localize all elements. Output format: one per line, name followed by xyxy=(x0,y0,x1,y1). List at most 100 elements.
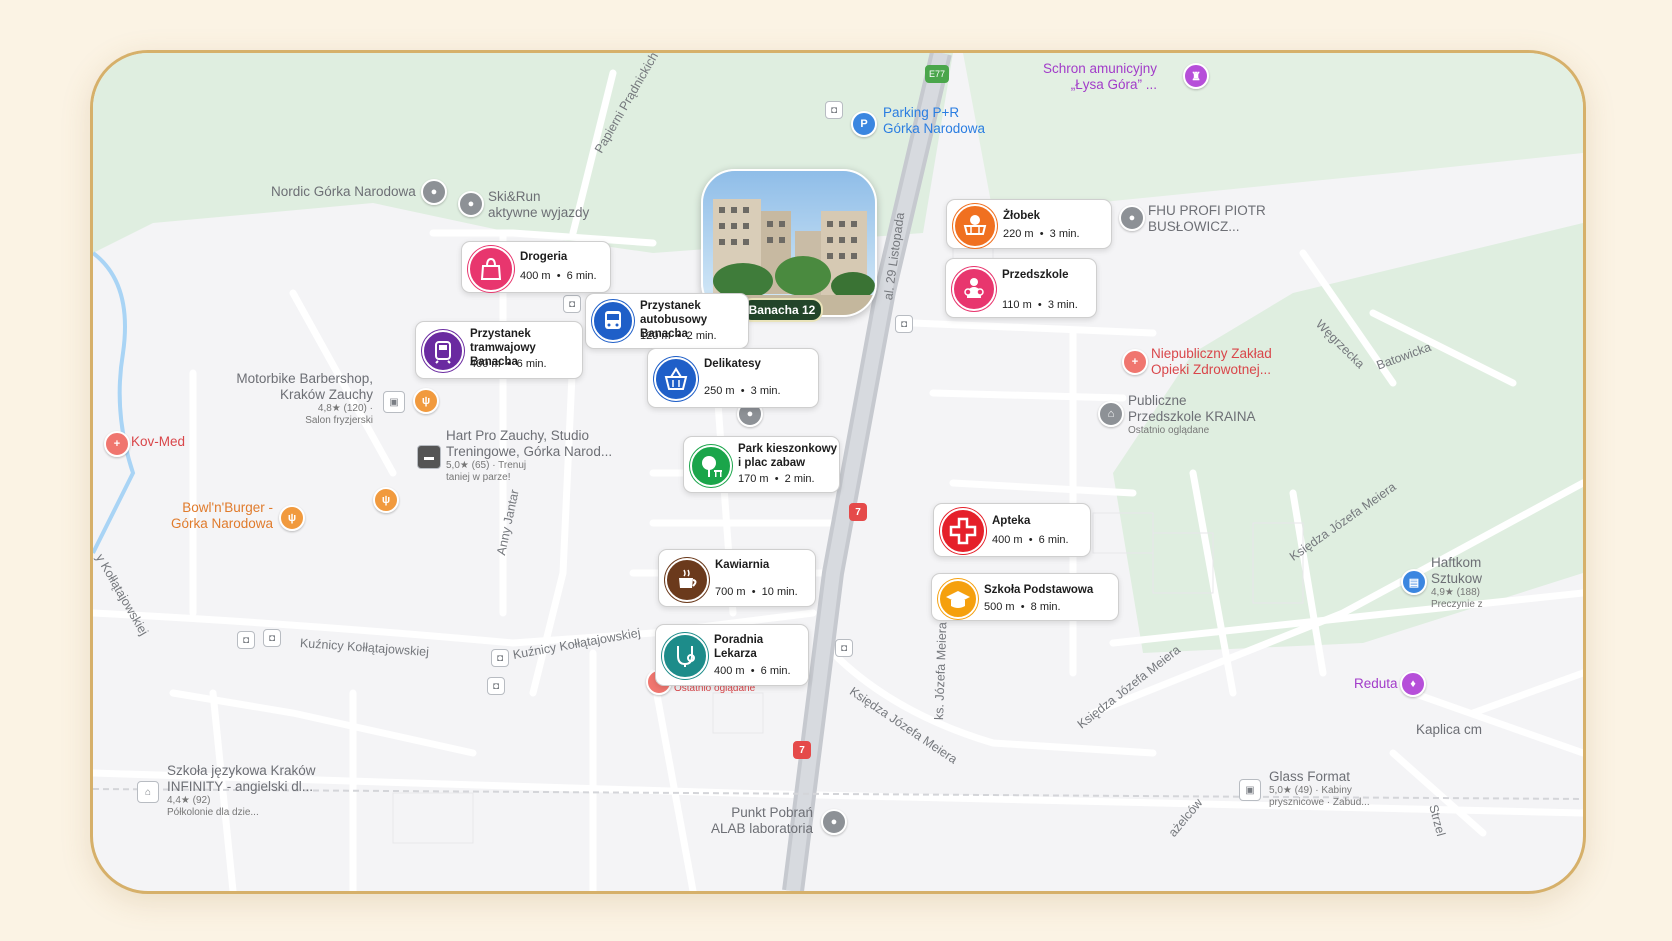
transit-stop-icon[interactable]: ◘ xyxy=(487,677,505,695)
graduation-cap-icon xyxy=(938,579,978,619)
school-icon[interactable]: ⌂ xyxy=(137,781,159,803)
poi-walk-time: 6 min. xyxy=(566,270,597,282)
poi-title: Kawiarnia xyxy=(715,559,770,571)
poi-title: Przedszkole xyxy=(1002,269,1069,281)
place-skirun-label[interactable]: Ski&Run aktywne wyjazdy xyxy=(488,189,589,221)
transit-stop-icon[interactable]: ◘ xyxy=(237,631,255,649)
place-motorbike-label[interactable]: Motorbike Barbershop, Kraków Zauchy 4,8★ (… xyxy=(223,371,373,427)
poi-meta: 400 m • 6 min. xyxy=(714,665,791,677)
poi-title: Park kieszonkowy i plac zabaw xyxy=(738,443,838,469)
place-pin-icon[interactable]: ● xyxy=(458,191,484,217)
poi-title: Poradnia Lekarza xyxy=(714,634,764,660)
restaurant-icon[interactable]: ψ xyxy=(279,505,305,531)
separator-dot: • xyxy=(1031,299,1048,311)
poi-walk-time: 6 min. xyxy=(1038,534,1069,546)
transit-stop-icon[interactable]: ◘ xyxy=(835,639,853,657)
place-kaplica-label[interactable]: Kaplica cm xyxy=(1416,722,1482,738)
restaurant-icon[interactable]: ψ xyxy=(413,388,439,414)
separator-dot: • xyxy=(1014,601,1031,613)
coffee-icon xyxy=(665,558,709,602)
poi-card-kawiarnia[interactable]: Kawiarnia 700 m • 10 min. xyxy=(658,549,816,607)
parking-icon[interactable]: P xyxy=(851,111,877,137)
poi-meta: 220 m • 3 min. xyxy=(1003,228,1080,240)
place-pin-icon[interactable]: ● xyxy=(421,179,447,205)
poi-card-park[interactable]: Park kieszonkowy i plac zabaw 170 m • 2 m… xyxy=(683,436,840,493)
place-bowl-label[interactable]: Bowl'n'Burger - Górka Narodowa xyxy=(153,500,273,532)
poi-card-zlobek[interactable]: Żłobek 220 m • 3 min. xyxy=(946,199,1112,249)
poi-walk-time: 6 min. xyxy=(760,665,791,677)
poi-meta: 400 m • 6 min. xyxy=(520,270,597,282)
place-kraina-label[interactable]: Publiczne Przedszkole KRAINA Ostatnio oglą… xyxy=(1128,393,1256,437)
medical-cross-icon xyxy=(940,508,986,554)
property-label[interactable]: Banacha 12 xyxy=(741,298,823,322)
poi-card-szkola[interactable]: Szkoła Podstawowa 500 m • 8 min. xyxy=(931,573,1119,621)
poi-distance: 250 m xyxy=(704,385,735,397)
poi-card-drogeria[interactable]: Drogeria 400 m • 6 min. xyxy=(461,241,611,293)
transit-stop-icon[interactable]: ◘ xyxy=(491,649,509,667)
place-kovmed-label[interactable]: Kov-Med xyxy=(131,434,185,450)
clinic-icon[interactable]: + xyxy=(104,431,130,457)
separator-dot: • xyxy=(1022,534,1039,546)
separator-dot: • xyxy=(670,330,687,342)
poi-distance: 400 m xyxy=(520,270,551,282)
river xyxy=(93,251,136,554)
poi-meta: 120 m • 2 min. xyxy=(640,330,717,342)
poi-card-przedszkole[interactable]: Przedszkole 110 m • 3 min. xyxy=(945,258,1097,318)
poi-distance: 220 m xyxy=(1003,228,1034,240)
separator-dot: • xyxy=(500,358,517,370)
poi-walk-time: 3 min. xyxy=(1047,299,1078,311)
place-hart-label[interactable]: Hart Pro Zauchy, Studio Treningowe, Górka… xyxy=(446,428,612,484)
poi-meta: 400 m • 6 min. xyxy=(470,358,547,370)
green-area-east xyxy=(1113,223,1583,653)
place-punkt-label[interactable]: Punkt Pobrań ALAB laboratoria xyxy=(693,805,813,837)
place-niepubliczny-label[interactable]: Niepubliczny Zakład Opieki Zdrowotnej... xyxy=(1151,346,1272,378)
barbershop-icon[interactable]: ▣ xyxy=(383,391,405,413)
shop-icon[interactable]: ▣ xyxy=(1239,779,1261,801)
road-shield-7b: 7 xyxy=(793,741,811,759)
poi-card-przystanek-tram[interactable]: Przystanek tramwajowy Banacha 400 m • 6 m… xyxy=(415,321,583,379)
poi-card-przystanek-bus[interactable]: Przystanek autobusowy Banacha 120 m • 2 m… xyxy=(585,293,749,349)
poi-card-poradnia[interactable]: Poradnia Lekarza 400 m • 6 min. xyxy=(655,624,809,686)
place-haftkom-label[interactable]: Haftkom Sztukow 4,9★ (188) Preczynie z xyxy=(1431,555,1483,611)
place-glass-label[interactable]: Glass Format 5,0★ (49) · Kabiny prysznicow… xyxy=(1269,769,1370,809)
restaurant-icon[interactable]: ψ xyxy=(373,487,399,513)
poi-distance: 400 m xyxy=(714,665,745,677)
poi-card-delikatesy[interactable]: Delikatesy 250 m • 3 min. xyxy=(647,348,819,408)
place-pin-icon[interactable]: ● xyxy=(1119,205,1145,231)
poi-distance: 400 m xyxy=(992,534,1023,546)
clinic-icon[interactable]: + xyxy=(1122,349,1148,375)
school-icon[interactable]: ⌂ xyxy=(1098,401,1124,427)
transit-stop-icon[interactable]: ◘ xyxy=(895,315,913,333)
monument-icon[interactable]: ♜ xyxy=(1183,63,1209,89)
place-schron-label[interactable]: Schron amunicyjny „Łysa Góra” ... xyxy=(1043,61,1157,93)
shop-icon[interactable]: ▤ xyxy=(1401,569,1427,595)
place-infinity-label[interactable]: Szkoła językowa Kraków INFINITY - angiels… xyxy=(167,763,316,819)
bus-icon xyxy=(592,300,634,342)
poi-walk-time: 10 min. xyxy=(761,586,798,598)
cradle-icon xyxy=(953,204,997,248)
place-reduta-label[interactable]: Reduta xyxy=(1354,676,1398,692)
place-parking-label[interactable]: Parking P+R Górka Narodowa xyxy=(883,105,985,137)
transit-stop-icon[interactable]: ◘ xyxy=(263,629,281,647)
poi-meta: 170 m • 2 min. xyxy=(738,473,815,485)
children-icon xyxy=(952,267,996,311)
separator-dot: • xyxy=(550,270,567,282)
place-fhu-label[interactable]: FHU PROFI PIOTR BUSŁOWICZ... xyxy=(1148,203,1266,235)
place-pin-icon[interactable]: ● xyxy=(821,809,847,835)
transit-stop-icon[interactable]: ◘ xyxy=(563,295,581,313)
map-frame: Papierni Prądnickich al. 29 Listopada Wę… xyxy=(90,50,1586,894)
poi-distance: 400 m xyxy=(470,358,501,370)
poi-meta: 500 m • 8 min. xyxy=(984,601,1061,613)
venue-icon[interactable]: ♦ xyxy=(1400,671,1426,697)
gym-logo-icon[interactable]: ▬ xyxy=(417,445,441,469)
poi-walk-time: 8 min. xyxy=(1030,601,1061,613)
poi-meta: 700 m • 10 min. xyxy=(715,586,798,598)
place-nordic-label[interactable]: Nordic Górka Narodowa xyxy=(271,184,416,200)
poi-walk-time: 3 min. xyxy=(1049,228,1080,240)
poi-card-apteka[interactable]: Apteka 400 m • 6 min. xyxy=(933,503,1091,557)
basket-icon xyxy=(654,357,698,401)
poi-distance: 120 m xyxy=(640,330,671,342)
transit-stop-icon[interactable]: ◘ xyxy=(825,101,843,119)
poi-distance: 170 m xyxy=(738,473,769,485)
poi-meta: 250 m • 3 min. xyxy=(704,385,781,397)
